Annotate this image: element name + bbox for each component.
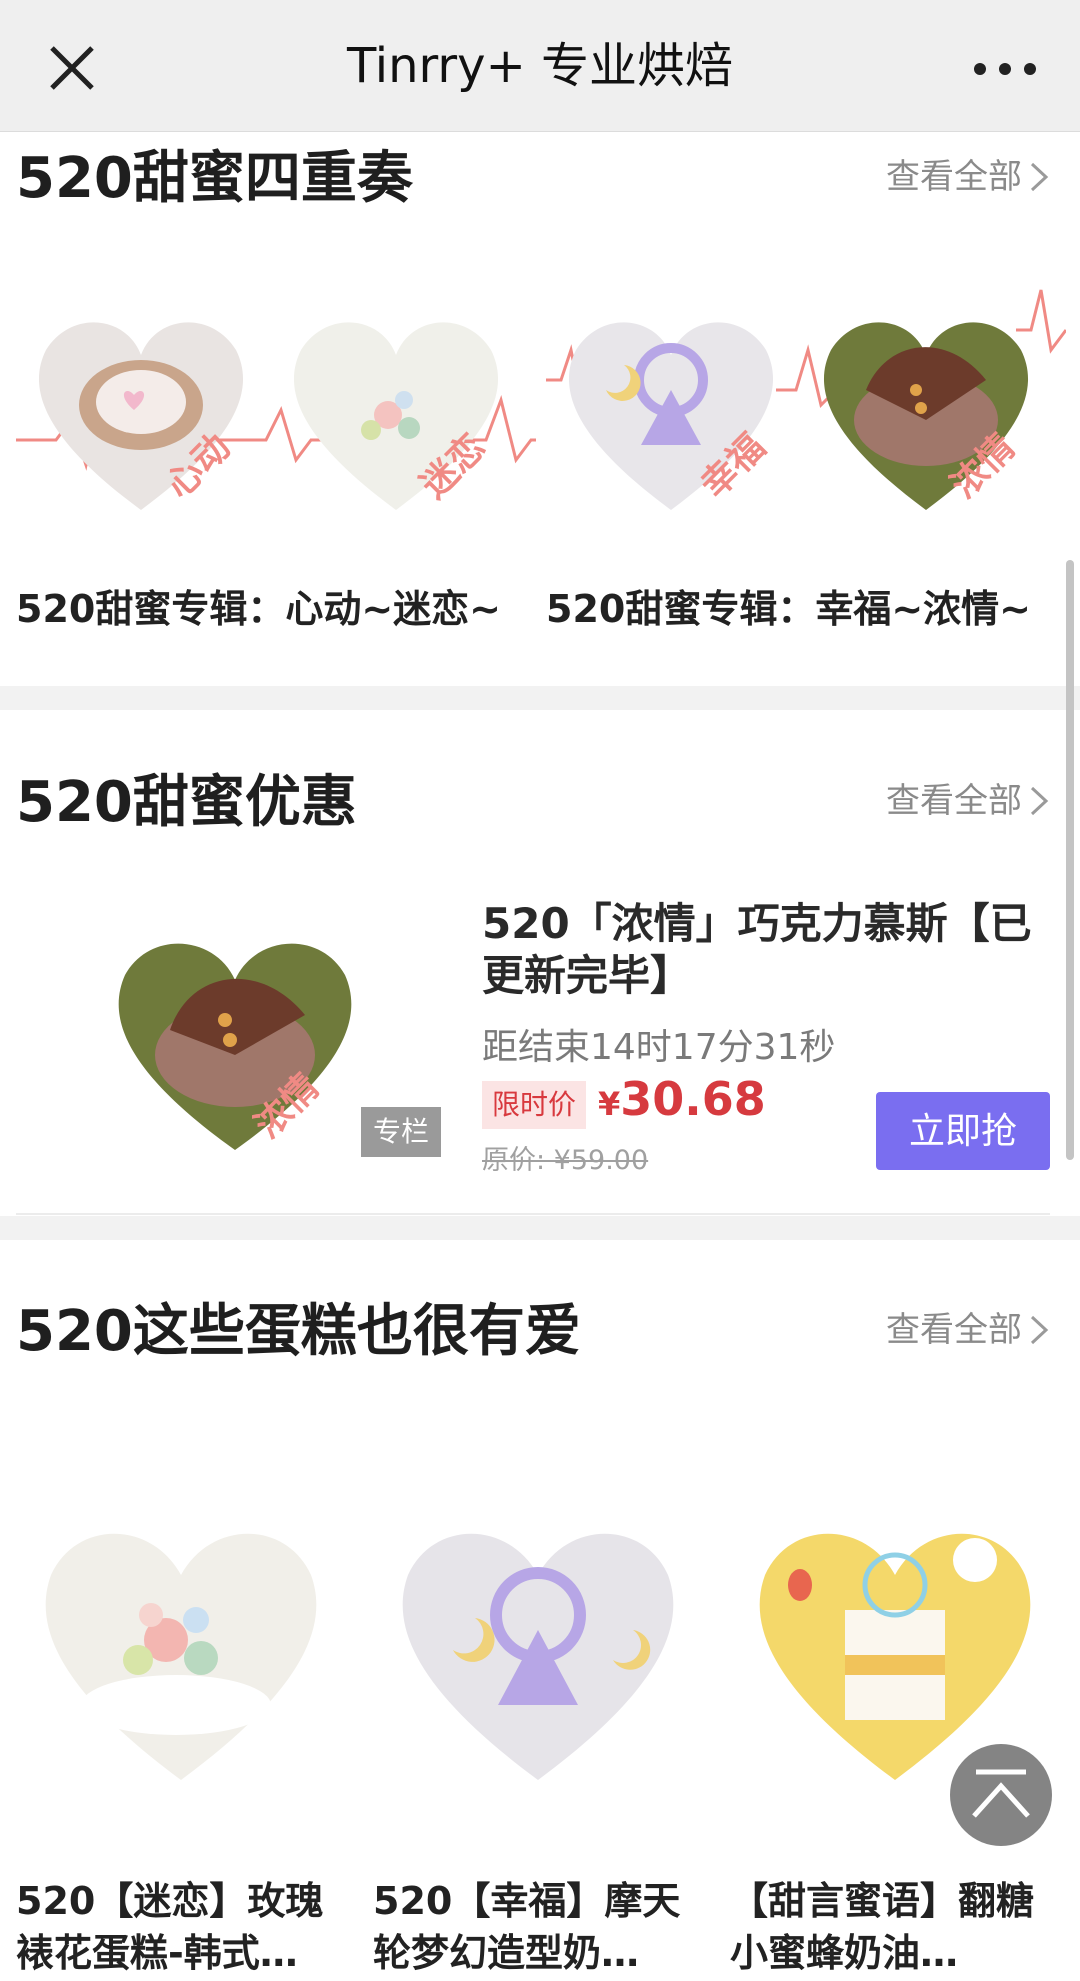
album-caption-2[interactable]: 520甜蜜专辑：幸福~浓情~ [546, 578, 1031, 633]
price-value: 30.68 [620, 1072, 766, 1126]
deal-title[interactable]: 520「浓情」巧克力慕斯【已更新完毕】 [482, 898, 1042, 1002]
back-to-top-button[interactable] [950, 1744, 1052, 1846]
more-icon[interactable] [970, 44, 1040, 94]
limit-price-tag: 限时价 [482, 1081, 587, 1129]
original-price: 原价: ¥59.00 [482, 1145, 649, 1176]
section-divider [0, 686, 1080, 710]
section-divider [0, 1216, 1080, 1240]
scrollbar[interactable] [1066, 560, 1074, 1160]
cake-image-rose[interactable] [26, 1490, 336, 1790]
top-bar: Tinrry+ 专业烘焙 [0, 0, 1080, 132]
album-card-2[interactable]: 幸福 浓情 [546, 270, 1066, 530]
section-title-deals: 520甜蜜优惠 [16, 770, 357, 835]
currency-symbol: ¥ [598, 1085, 621, 1123]
chevron-right-icon [1030, 1315, 1049, 1345]
album-caption-1[interactable]: 520甜蜜专辑：心动~迷恋~ [16, 578, 501, 633]
countdown-text: 距结束14时17分31秒 [482, 1027, 836, 1068]
deal-price: ¥30.68 [598, 1072, 766, 1126]
see-all-deals[interactable]: 查看全部 [886, 776, 1050, 826]
chevron-right-icon [1030, 786, 1049, 816]
deal-thumbnail[interactable]: 浓情 [100, 905, 370, 1155]
see-all-quartet[interactable]: 查看全部 [886, 152, 1050, 202]
see-all-label: 查看全部 [886, 157, 1022, 197]
section-title-more-cakes: 520这些蛋糕也很有爱 [16, 1299, 581, 1364]
heartbeat-line [1016, 289, 1066, 354]
cake-name-2[interactable]: 520【幸福】摩天轮梦幻造型奶… [373, 1875, 693, 1979]
album-card-1[interactable]: 心动 迷恋 [16, 270, 536, 530]
separator-line [16, 1213, 1050, 1215]
see-all-label: 查看全部 [886, 781, 1022, 821]
buy-now-button[interactable]: 立即抢 [876, 1092, 1050, 1170]
see-all-more-cakes[interactable]: 查看全部 [886, 1305, 1050, 1355]
arrow-up-icon [972, 1769, 1030, 1818]
column-badge: 专栏 [361, 1107, 441, 1157]
chevron-right-icon [1030, 162, 1049, 192]
section-title-quartet: 520甜蜜四重奏 [16, 146, 413, 211]
cake-name-3[interactable]: 【甜言蜜语】翻糖小蜜蜂奶油… [730, 1875, 1050, 1979]
page-title: Tinrry+ 专业烘焙 [346, 38, 734, 94]
cake-name-1[interactable]: 520【迷恋】玫瑰裱花蛋糕-韩式… [16, 1875, 336, 1979]
see-all-label: 查看全部 [886, 1310, 1022, 1350]
cake-image-ferris[interactable] [383, 1490, 693, 1790]
